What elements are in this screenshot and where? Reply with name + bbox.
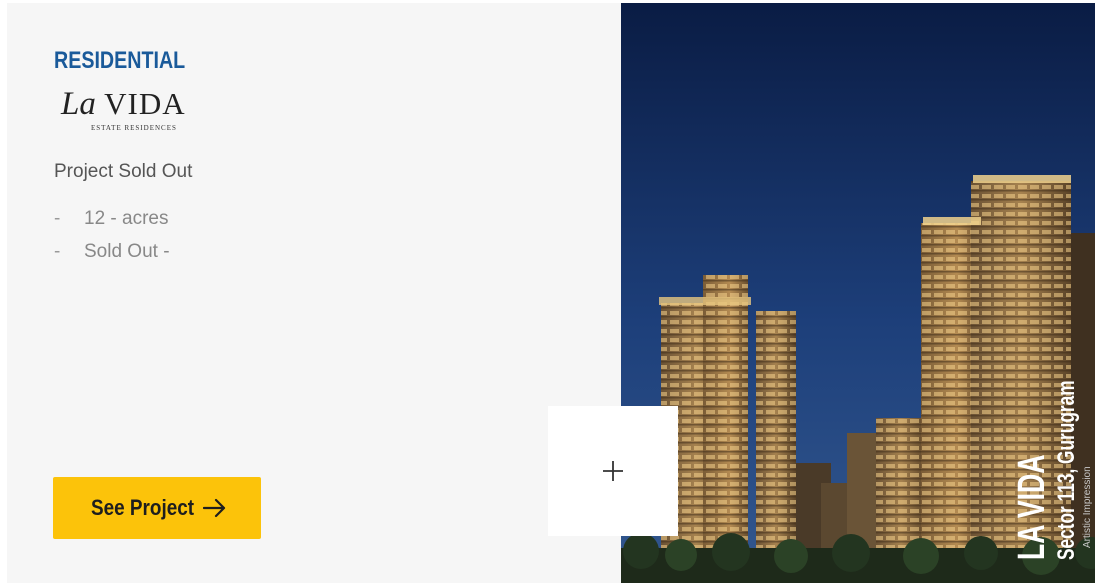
feature-text: Sold Out - <box>84 241 170 262</box>
project-status: Project Sold Out <box>54 161 193 182</box>
feature-text: 12 - acres <box>84 208 169 229</box>
image-caption: LA VIDA Sector 113, Gurugram Artistic Im… <box>1011 311 1093 560</box>
logo-subtitle: ESTATE RESIDENCES <box>91 124 177 132</box>
feature-bullet: - <box>54 241 61 262</box>
feature-bullet: - <box>54 208 61 229</box>
logo-vida: VIDA <box>104 86 186 121</box>
caption-note: Artistic Impression <box>1082 466 1093 548</box>
see-project-button[interactable]: See Project <box>53 477 261 539</box>
arrow-right-icon <box>203 498 226 518</box>
project-logo: La VIDA ESTATE RESIDENCES <box>61 86 201 133</box>
project-category: RESIDENTIAL <box>54 47 186 74</box>
caption-project-name: LA VIDA <box>1011 454 1053 560</box>
plus-icon <box>603 461 623 481</box>
caption-location: Sector 113, Gurugram <box>1053 380 1080 560</box>
feature-item: - 12 - acres <box>54 207 170 240</box>
feature-item: - Sold Out - <box>54 240 170 273</box>
see-project-label: See Project <box>91 495 195 520</box>
logo-la: La <box>61 86 96 122</box>
feature-list: - 12 - acres - Sold Out - <box>54 207 170 273</box>
project-info-panel: RESIDENTIAL La VIDA ESTATE RESIDENCES Pr… <box>7 3 621 583</box>
expand-button[interactable] <box>548 406 678 536</box>
